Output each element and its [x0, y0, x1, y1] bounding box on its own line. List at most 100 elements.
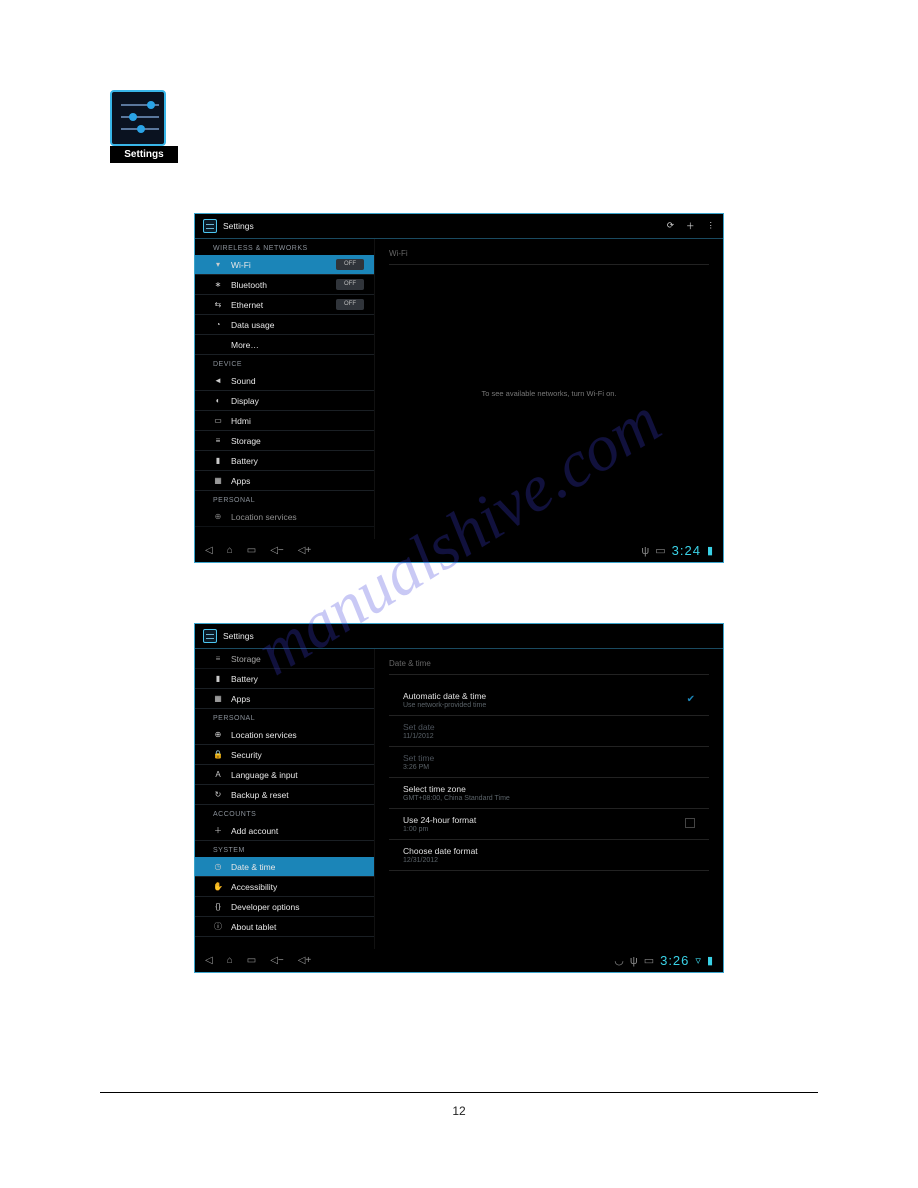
titlebar: Settings ⟳ ＋ ⋮	[195, 214, 723, 239]
sidebar-item-hdmi[interactable]: ▭ Hdmi	[195, 411, 374, 431]
bluetooth-icon: ∗	[213, 280, 223, 289]
settings-app-icon[interactable]: Settings	[110, 90, 178, 163]
display-icon: ◐	[213, 396, 223, 405]
refresh-icon[interactable]: ⟳	[667, 220, 674, 232]
sidebar-item-developer[interactable]: {}Developer options	[195, 897, 374, 917]
sidebar-item-display[interactable]: ◐ Display	[195, 391, 374, 411]
checkbox-icon	[685, 818, 695, 828]
settings-titlebar-icon	[203, 629, 217, 643]
location-icon: ⊕	[213, 512, 223, 521]
battery-icon: ▮	[213, 674, 223, 683]
sd-icon: ▭	[644, 954, 654, 967]
sidebar-item-label: Add account	[231, 826, 278, 836]
sidebar-item-label: Language & input	[231, 770, 298, 780]
content-title: Date & time	[389, 659, 709, 675]
language-icon: A	[213, 770, 223, 779]
sidebar-item-storage[interactable]: ≡ Storage	[195, 431, 374, 451]
sidebar-item-wifi[interactable]: ▾ Wi-Fi OFF	[195, 255, 374, 275]
settings-titlebar-icon	[203, 219, 217, 233]
back-button[interactable]: ◁	[205, 955, 213, 966]
vol-down-button[interactable]: ◁−	[270, 955, 284, 966]
recents-button[interactable]: ▭	[247, 545, 256, 556]
sidebar-item-battery[interactable]: ▮ Battery	[195, 669, 374, 689]
wifi-status-icon: ◡	[614, 954, 624, 967]
add-icon[interactable]: ＋	[686, 220, 695, 232]
category-device: DEVICE	[195, 355, 374, 371]
sidebar-item-about[interactable]: ⓘ About tablet	[195, 917, 374, 937]
sidebar-item-datetime[interactable]: ◷Date & time	[195, 857, 374, 877]
sidebar-item-sound[interactable]: ◄ Sound	[195, 371, 374, 391]
sidebar-item-language[interactable]: A Language & input	[195, 765, 374, 785]
category-accounts: ACCOUNTS	[195, 805, 374, 821]
back-button[interactable]: ◁	[205, 545, 213, 556]
storage-icon: ≡	[213, 654, 223, 663]
sliders-icon	[110, 90, 166, 146]
sidebar-item-accessibility[interactable]: ✋Accessibility	[195, 877, 374, 897]
ethernet-icon: ⇆	[213, 300, 223, 309]
wifi-toggle[interactable]: OFF	[336, 259, 364, 270]
data-usage-icon: ◔	[213, 320, 223, 329]
sidebar-item-storage[interactable]: ≡ Storage	[195, 649, 374, 669]
sidebar-item-label: Storage	[231, 654, 261, 664]
sidebar-item-location[interactable]: ⊕ Location services	[195, 725, 374, 745]
category-personal: PERSONAL	[195, 491, 374, 507]
sidebar-item-backup[interactable]: ↻Backup & reset	[195, 785, 374, 805]
sidebar-item-label: Data usage	[231, 320, 274, 330]
home-button[interactable]: ⌂	[227, 545, 233, 556]
sidebar-item-add-account[interactable]: ＋ Add account	[195, 821, 374, 841]
vol-up-button[interactable]: ◁+	[298, 955, 312, 966]
sidebar-item-location[interactable]: ⊕ Location services	[195, 507, 374, 527]
footer-rule	[100, 1092, 818, 1093]
braces-icon: {}	[213, 902, 223, 911]
pref-24hour[interactable]: Use 24-hour format 1:00 pm	[389, 809, 709, 840]
sidebar-item-data-usage[interactable]: ◔ Data usage	[195, 315, 374, 335]
sidebar-item-apps[interactable]: ▦Apps	[195, 689, 374, 709]
lock-icon: 🔒	[213, 750, 223, 759]
pref-set-date: Set date 11/1/2012	[389, 716, 709, 747]
pref-label: Use 24-hour format	[403, 815, 685, 825]
sidebar-item-security[interactable]: 🔒Security	[195, 745, 374, 765]
sidebar-item-label: Location services	[231, 730, 297, 740]
pref-sub: 1:00 pm	[403, 826, 685, 833]
sidebar-item-apps[interactable]: ▦ Apps	[195, 471, 374, 491]
category-system: SYSTEM	[195, 841, 374, 857]
pref-label: Select time zone	[403, 784, 695, 794]
sidebar-item-battery[interactable]: ▮ Battery	[195, 451, 374, 471]
home-button[interactable]: ⌂	[227, 955, 233, 966]
bluetooth-toggle[interactable]: OFF	[336, 279, 364, 290]
sidebar-item-label: Battery	[231, 674, 258, 684]
ethernet-toggle[interactable]: OFF	[336, 299, 364, 310]
vol-down-button[interactable]: ◁−	[270, 545, 284, 556]
recents-button[interactable]: ▭	[247, 955, 256, 966]
sidebar-item-label: Storage	[231, 436, 261, 446]
pref-auto-datetime[interactable]: Automatic date & time Use network-provid…	[389, 685, 709, 716]
sidebar-item-label: About tablet	[231, 922, 276, 932]
battery-status-icon: ▮	[707, 544, 713, 557]
info-icon: ⓘ	[213, 921, 223, 932]
overflow-menu-icon[interactable]: ⋮	[707, 220, 716, 232]
hdmi-icon: ▭	[213, 416, 223, 425]
pref-label: Choose date format	[403, 846, 695, 856]
sidebar-item-label: Battery	[231, 456, 258, 466]
add-icon: ＋	[213, 825, 223, 836]
sidebar-item-label: Display	[231, 396, 259, 406]
sidebar-item-ethernet[interactable]: ⇆ Ethernet OFF	[195, 295, 374, 315]
vol-up-button[interactable]: ◁+	[298, 545, 312, 556]
pref-date-format[interactable]: Choose date format 12/31/2012	[389, 840, 709, 871]
battery-status-icon: ▮	[707, 954, 713, 967]
location-icon: ⊕	[213, 730, 223, 739]
screenshot-wifi: Settings ⟳ ＋ ⋮ WIRELESS & NETWORKS ▾ Wi-…	[194, 213, 724, 563]
sidebar-item-label: Sound	[231, 376, 256, 386]
screen-title: Settings	[223, 221, 254, 231]
wifi-signal-icon: ▿	[695, 954, 701, 967]
sidebar-item-label: Ethernet	[231, 300, 263, 310]
settings-sidebar: WIRELESS & NETWORKS ▾ Wi-Fi OFF ∗ Blueto…	[195, 239, 375, 539]
pref-sub: 11/1/2012	[403, 733, 695, 740]
sidebar-item-label: Bluetooth	[231, 280, 267, 290]
checkmark-icon: ✔	[687, 694, 695, 705]
pref-timezone[interactable]: Select time zone GMT+08:00, China Standa…	[389, 778, 709, 809]
sidebar-item-bluetooth[interactable]: ∗ Bluetooth OFF	[195, 275, 374, 295]
sidebar-item-more[interactable]: More…	[195, 335, 374, 355]
content-pane: Wi-Fi To see available networks, turn Wi…	[375, 239, 723, 539]
pref-label: Set date	[403, 722, 695, 732]
